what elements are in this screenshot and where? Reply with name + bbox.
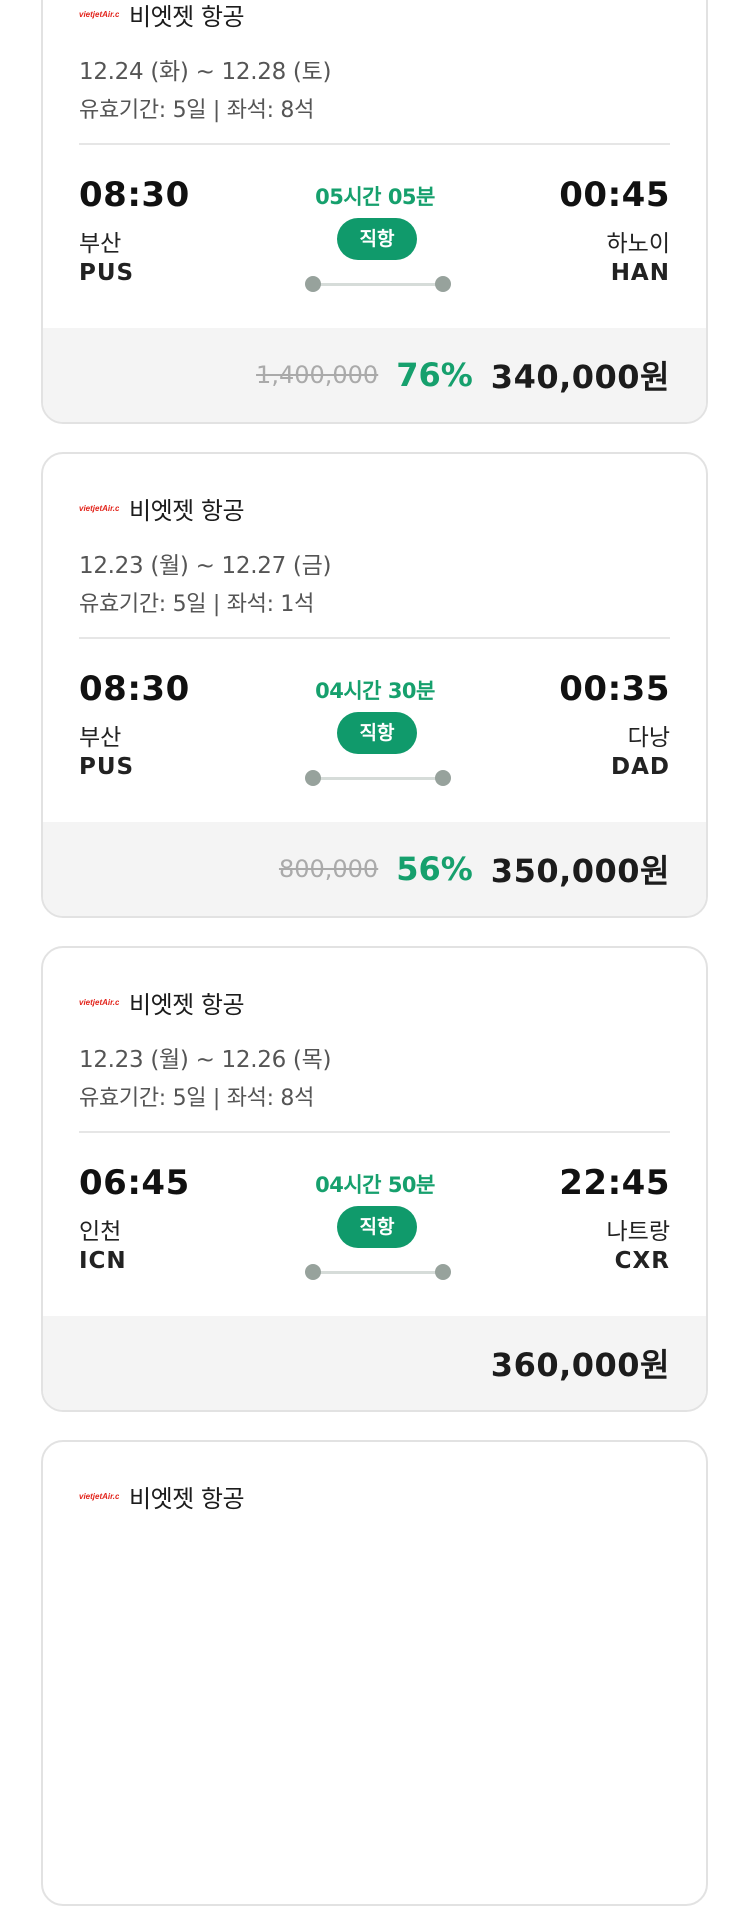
departure-code: PUS bbox=[79, 754, 135, 780]
departure-code: PUS bbox=[79, 260, 135, 286]
arrival-city: 다낭 bbox=[627, 725, 670, 751]
flight-card[interactable]: vietjetAir.com 비엣젯 항공 12.24 (화) ~ 12.28 … bbox=[41, 0, 708, 424]
vietjet-logo-icon: vietjetAir.com bbox=[79, 502, 119, 514]
airline-name: 비엣젯 항공 bbox=[129, 1484, 245, 1513]
route-dot-icon bbox=[305, 770, 321, 786]
svg-text:vietjetAir.com: vietjetAir.com bbox=[79, 998, 119, 1007]
direct-badge: 직항 bbox=[337, 1206, 417, 1248]
route-dot-icon bbox=[435, 1264, 451, 1280]
svg-text:vietjetAir.com: vietjetAir.com bbox=[79, 10, 119, 19]
validity-seats: 유효기간: 5일 | 좌석: 8석 bbox=[79, 98, 315, 123]
departure-time: 08:30 bbox=[79, 175, 190, 215]
divider bbox=[79, 143, 670, 145]
route-dot-icon bbox=[435, 770, 451, 786]
validity-seats: 유효기간: 5일 | 좌석: 1석 bbox=[79, 592, 315, 617]
validity-seats: 유효기간: 5일 | 좌석: 8석 bbox=[79, 1086, 315, 1111]
original-price: 800,000 bbox=[278, 855, 379, 883]
final-price: 360,000원 bbox=[490, 1346, 670, 1384]
departure-code: ICN bbox=[79, 1248, 127, 1274]
arrival-time: 00:45 bbox=[559, 175, 670, 215]
travel-dates: 12.23 (월) ~ 12.27 (금) bbox=[79, 553, 332, 579]
discount-rate: 56% bbox=[396, 850, 473, 888]
departure-city: 부산 bbox=[79, 725, 122, 751]
travel-dates: 12.23 (월) ~ 12.26 (목) bbox=[79, 1047, 332, 1073]
direct-badge: 직항 bbox=[337, 218, 417, 260]
route-dot-icon bbox=[435, 276, 451, 292]
arrival-code: DAD bbox=[611, 754, 670, 780]
original-price: 1,400,000 bbox=[256, 361, 379, 389]
arrival-code: HAN bbox=[610, 260, 670, 286]
flight-card[interactable]: vietjetAir.com 비엣젯 항공 12.23 (월) ~ 12.27 … bbox=[41, 452, 708, 918]
airline-name: 비엣젯 항공 bbox=[129, 990, 245, 1019]
vietjet-logo-icon: vietjetAir.com bbox=[79, 996, 119, 1008]
final-price: 350,000원 bbox=[490, 852, 670, 890]
price-bar: 360,000원 bbox=[43, 1316, 706, 1410]
departure-city: 부산 bbox=[79, 231, 122, 257]
route-bar bbox=[313, 1271, 443, 1274]
route-dot-icon bbox=[305, 276, 321, 292]
route-line bbox=[305, 276, 451, 292]
price-bar: 1,400,000 76% 340,000원 bbox=[43, 328, 706, 422]
airline-name: 비엣젯 항공 bbox=[129, 496, 245, 525]
route-dot-icon bbox=[305, 1264, 321, 1280]
flight-card[interactable]: vietjetAir.com 비엣젯 항공 12.23 (월) ~ 12.26 … bbox=[41, 946, 708, 1412]
final-price: 340,000원 bbox=[490, 358, 670, 396]
divider bbox=[79, 637, 670, 639]
departure-city: 인천 bbox=[79, 1219, 122, 1245]
departure-time: 06:45 bbox=[79, 1163, 190, 1203]
route-bar bbox=[313, 283, 443, 286]
discount-rate: 76% bbox=[396, 356, 473, 394]
svg-text:vietjetAir.com: vietjetAir.com bbox=[79, 1492, 119, 1501]
route-line bbox=[305, 770, 451, 786]
flight-duration: 04시간 30분 bbox=[315, 679, 435, 703]
airline-name: 비엣젯 항공 bbox=[129, 2, 245, 31]
arrival-time: 00:35 bbox=[559, 669, 670, 709]
flight-duration: 04시간 50분 bbox=[315, 1173, 435, 1197]
route-line bbox=[305, 1264, 451, 1280]
vietjet-logo-icon: vietjetAir.com bbox=[79, 8, 119, 20]
svg-text:vietjetAir.com: vietjetAir.com bbox=[79, 504, 119, 513]
flight-duration: 05시간 05분 bbox=[315, 185, 435, 209]
direct-badge: 직항 bbox=[337, 712, 417, 754]
vietjet-logo-icon: vietjetAir.com bbox=[79, 1490, 119, 1502]
travel-dates: 12.24 (화) ~ 12.28 (토) bbox=[79, 59, 332, 85]
arrival-code: CXR bbox=[614, 1248, 670, 1274]
arrival-time: 22:45 bbox=[559, 1163, 670, 1203]
price-bar: 800,000 56% 350,000원 bbox=[43, 822, 706, 916]
departure-time: 08:30 bbox=[79, 669, 190, 709]
divider bbox=[79, 1131, 670, 1133]
arrival-city: 하노이 bbox=[606, 231, 670, 257]
airline-row: vietjetAir.com 비엣젯 항공 bbox=[79, 492, 245, 525]
arrival-city: 나트랑 bbox=[606, 1219, 670, 1245]
route-bar bbox=[313, 777, 443, 780]
airline-row: vietjetAir.com 비엣젯 항공 bbox=[79, 0, 245, 31]
airline-row: vietjetAir.com 비엣젯 항공 bbox=[79, 986, 245, 1019]
airline-row: vietjetAir.com 비엣젯 항공 bbox=[79, 1480, 245, 1513]
